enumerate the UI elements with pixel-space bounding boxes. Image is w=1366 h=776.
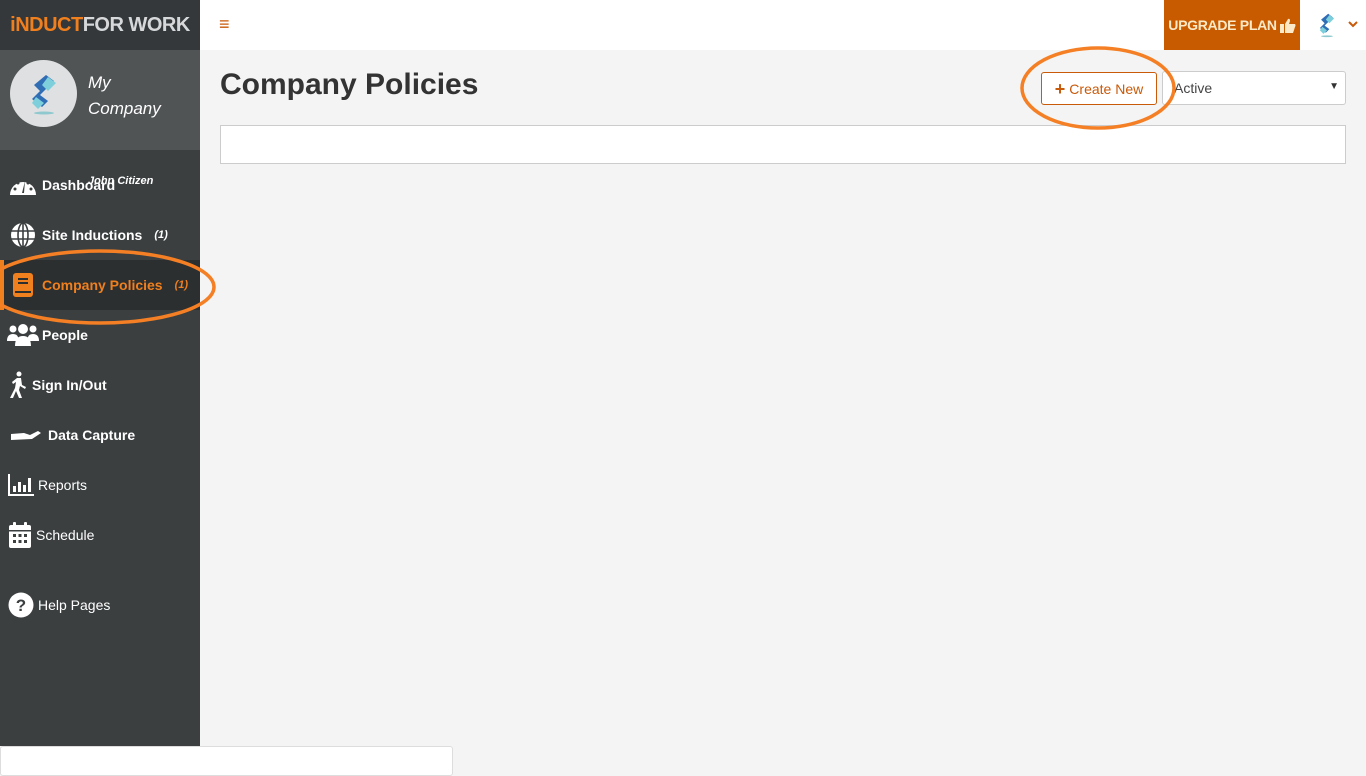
brand-logo-part1: iNDUCT [10,13,83,36]
dashboard-gauge-icon [6,173,40,197]
company-name: My Company [88,73,161,118]
brand-logo-part2: FOR WORK [82,13,191,36]
sidebar-item-count: (1) [154,229,168,241]
sidebar-item-label: Reports [38,477,88,493]
sidebar-item-label: Sign In/Out [32,377,107,393]
top-bar: ≡ UPGRADE PLAN [200,0,1366,50]
sidebar: iNDUCT FOR WORK My Company John Citizen D… [0,0,200,746]
page-title: Company Policies [220,68,479,101]
sidebar-item-count: (1) [174,279,189,291]
sidebar-item-sign-in-out[interactable]: Sign In/Out [0,360,200,410]
user-avatar-logo-icon [1319,13,1335,38]
svg-text:?: ? [16,596,26,615]
walking-person-icon [6,371,30,399]
status-filter-value: Active [1174,80,1213,96]
question-circle-icon: ? [6,592,36,618]
sidebar-item-label: People [42,327,88,343]
thumbs-up-icon [1279,18,1296,33]
bar-chart-icon [6,473,36,497]
company-avatar[interactable] [10,60,77,127]
company-logo-icon [31,74,56,114]
sidebar-item-site-inductions[interactable]: Site Inductions (1) [0,210,200,260]
upgrade-plan-label: UPGRADE PLAN [1168,17,1277,33]
hand-icon [6,428,46,442]
sidebar-item-label: Dashboard [42,177,116,193]
sidebar-item-people[interactable]: People [0,310,200,360]
globe-icon [6,222,40,248]
sidebar-item-reports[interactable]: Reports [0,460,200,510]
sidebar-item-label: Data Capture [48,427,136,443]
create-new-button[interactable]: + Create New [1041,72,1157,105]
dropdown-arrow-icon: ▼ [1329,81,1339,92]
sidebar-item-label: Help Pages [38,597,111,613]
status-filter-select[interactable]: Active ▼ [1162,71,1346,105]
create-new-label: Create New [1069,80,1144,97]
sidebar-item-company-policies[interactable]: Company Policies (1) [0,260,200,310]
book-icon [6,272,40,298]
sidebar-item-schedule[interactable]: Schedule [0,510,200,560]
users-icon [6,323,40,347]
sidebar-item-label: Schedule [36,527,95,543]
calendar-icon [6,521,34,549]
brand-logo[interactable]: iNDUCT FOR WORK [0,0,200,50]
sidebar-item-label: Site Inductions [42,227,143,243]
menu-toggle-icon[interactable]: ≡ [219,14,230,35]
profile-panel: My Company John Citizen [0,50,200,187]
sidebar-item-dashboard[interactable]: Dashboard [0,160,200,210]
chevron-down-icon [1348,21,1358,28]
sidebar-item-data-capture[interactable]: Data Capture [0,410,200,460]
sidebar-item-label: Company Policies [42,277,163,293]
user-menu[interactable] [1314,10,1358,40]
upgrade-plan-button[interactable]: UPGRADE PLAN [1164,0,1300,50]
bottom-popup-panel [0,746,453,776]
sidebar-item-help-pages[interactable]: ? Help Pages [0,580,200,630]
policies-list-panel [220,125,1346,164]
plus-icon: + [1054,78,1066,99]
